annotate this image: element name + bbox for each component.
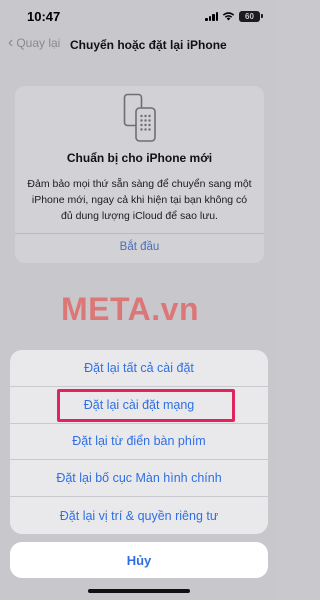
home-indicator <box>88 589 190 593</box>
divider <box>15 233 264 234</box>
reset-all-settings-option[interactable]: Đặt lại tất cả cài đặt <box>10 350 268 387</box>
status-bar: 10:47 60 <box>0 0 278 30</box>
reset-action-sheet: Đặt lại tất cả cài đặt Đặt lại cài đặt m… <box>10 350 268 534</box>
prepare-new-iphone-card: Chuẩn bị cho iPhone mới Đảm bảo mọi thứ … <box>15 86 264 263</box>
watermark: META.vn <box>61 291 200 327</box>
reset-network-settings-option[interactable]: Đặt lại cài đặt mạng <box>10 387 268 424</box>
status-time: 10:47 <box>27 9 61 24</box>
reset-location-privacy-option[interactable]: Đặt lại vị trí & quyền riêng tư <box>10 497 268 534</box>
nav-bar: ‹ Quay lại Chuyển hoặc đặt lại iPhone <box>0 33 278 59</box>
cellular-signal-icon <box>205 11 218 21</box>
chevron-left-icon: ‹ <box>8 34 14 51</box>
get-started-link[interactable]: Bắt đầu <box>15 241 264 253</box>
battery-icon: 60 <box>239 10 263 22</box>
phones-icon <box>123 93 157 148</box>
reset-home-screen-layout-option[interactable]: Đặt lại bố cục Màn hình chính <box>10 460 268 498</box>
back-label: Quay lại <box>16 36 61 50</box>
cancel-button[interactable]: Hủy <box>10 542 268 578</box>
card-title: Chuẩn bị cho iPhone mới <box>66 151 213 165</box>
page-title: Chuyển hoặc đặt lại iPhone <box>70 38 227 52</box>
status-icons: 60 <box>205 10 263 22</box>
back-button[interactable]: ‹ Quay lại <box>8 34 61 51</box>
card-description: Đảm bảo mọi thứ sẵn sàng để chuyển sang … <box>27 178 252 222</box>
reset-keyboard-dictionary-option[interactable]: Đặt lại từ điển bàn phím <box>10 424 268 461</box>
wifi-icon <box>222 11 235 21</box>
